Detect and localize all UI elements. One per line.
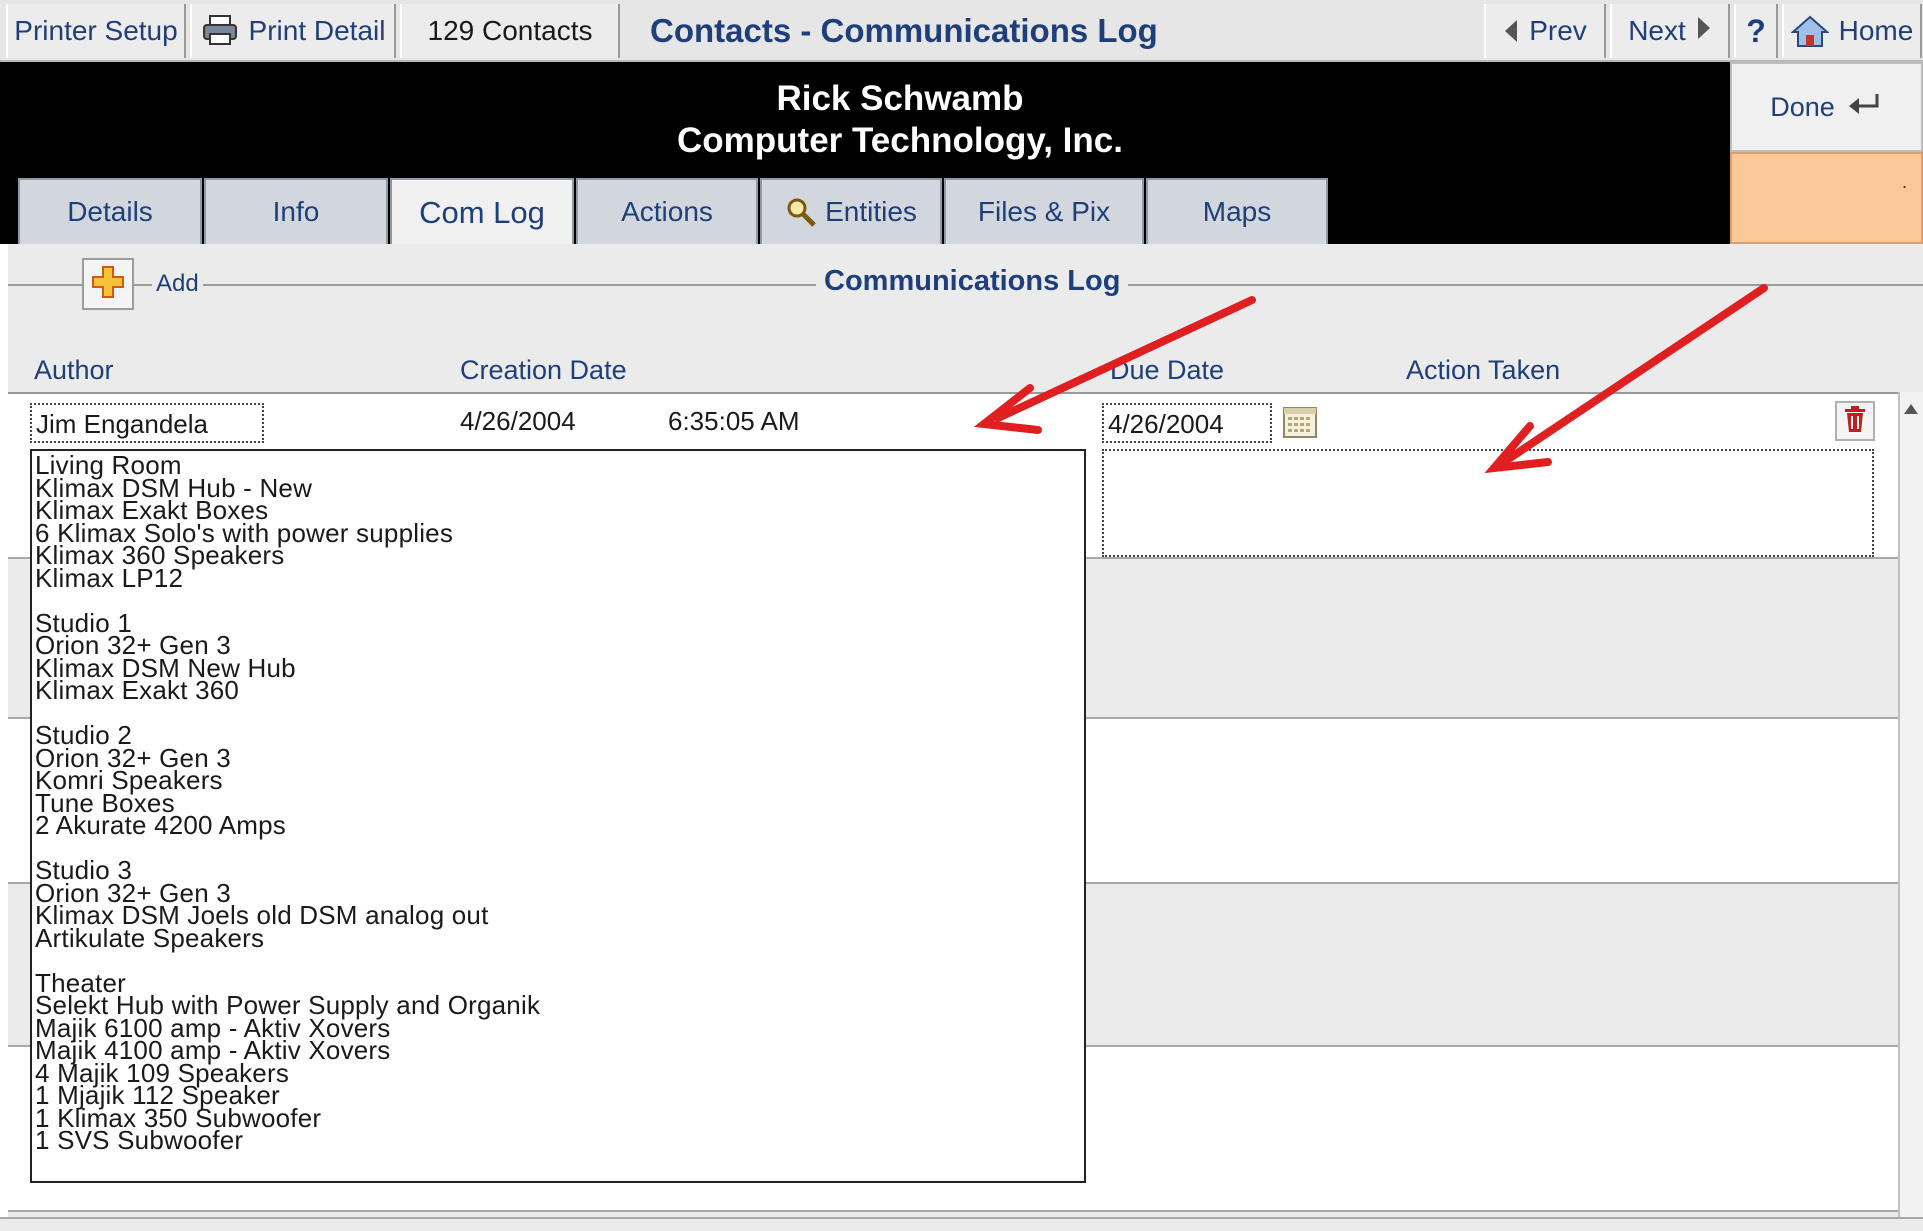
tab-details-label: Details <box>67 196 153 227</box>
author-field[interactable]: Jim Engandela <box>30 403 264 443</box>
calendar-icon[interactable] <box>1282 405 1318 439</box>
printer-setup-button[interactable]: Printer Setup <box>6 4 186 58</box>
home-label: Home <box>1838 15 1914 46</box>
trash-icon <box>1843 405 1867 438</box>
done-button[interactable]: Done <box>1730 62 1923 152</box>
tab-maps-label: Maps <box>1202 196 1272 227</box>
contact-company: Computer Technology, Inc. <box>677 121 1123 160</box>
help-button[interactable]: ? <box>1734 4 1778 58</box>
scroll-up-icon[interactable] <box>1900 396 1922 422</box>
tab-actions-label: Actions <box>621 196 713 227</box>
return-arrow-icon <box>1847 90 1883 125</box>
contact-name: Rick Schwamb <box>776 79 1024 118</box>
next-label: Next <box>1628 15 1686 46</box>
tab-entities[interactable]: Entities <box>760 178 942 244</box>
contacts-count: 129 Contacts <box>400 4 620 58</box>
contacts-count-label: 129 Contacts <box>427 15 593 46</box>
question-icon: ? <box>1746 12 1766 49</box>
due-date-field[interactable]: 4/26/2004 <box>1102 403 1272 443</box>
creation-time: 6:35:05 AM <box>668 406 800 436</box>
tab-com-log-label: Com Log <box>419 195 545 230</box>
prev-button[interactable]: Prev <box>1484 4 1606 58</box>
toolbar: Printer Setup Print Detail 129 Contacts … <box>0 0 1923 62</box>
note-line: 1 SVS Subwoofer <box>35 1125 244 1155</box>
scrollbar[interactable] <box>1898 392 1923 1217</box>
done-label: Done <box>1770 91 1835 122</box>
tab-info-label: Info <box>272 196 320 227</box>
tab-info[interactable]: Info <box>204 178 388 244</box>
note-line: Klimax 360 Speakers <box>35 540 285 570</box>
tab-details[interactable]: Details <box>18 178 202 244</box>
printer-icon <box>201 14 239 48</box>
action-taken-field[interactable] <box>1102 449 1874 557</box>
house-icon <box>1790 14 1829 48</box>
add-button[interactable] <box>82 258 134 310</box>
note-line: Klimax Exakt 360 <box>35 675 240 705</box>
home-button[interactable]: Home <box>1782 4 1922 58</box>
column-author: Author <box>34 355 114 385</box>
printer-setup-label: Printer Setup <box>14 15 178 46</box>
column-due-date: Due Date <box>1110 355 1225 385</box>
note-line: 2 Akurate 4200 Amps <box>35 810 286 840</box>
creation-date: 4/26/2004 <box>460 406 576 436</box>
delete-button[interactable] <box>1835 401 1875 441</box>
section-title: Communications Log <box>816 265 1129 298</box>
next-button[interactable]: Next <box>1610 4 1730 58</box>
note-line: Artikulate Speakers <box>35 922 265 953</box>
note-line <box>35 589 1081 612</box>
print-detail-button[interactable]: Print Detail <box>190 4 396 58</box>
plus-icon <box>91 265 125 304</box>
column-creation-date: Creation Date <box>460 355 627 385</box>
tab-com-log[interactable]: Com Log <box>390 178 574 246</box>
status-panel: . <box>1730 152 1923 244</box>
notes-text-area[interactable]: Living Room Klimax DSM Hub - New Klimax Ex… <box>30 449 1086 1183</box>
print-detail-label: Print Detail <box>248 15 386 46</box>
footer-strip <box>0 1217 1923 1231</box>
divider <box>8 284 82 286</box>
tab-files-pix[interactable]: Files & Pix <box>944 178 1144 244</box>
triangle-left-icon <box>1503 18 1519 44</box>
tab-actions[interactable]: Actions <box>576 178 758 244</box>
magnifier-icon <box>785 196 817 228</box>
tab-entities-label: Entities <box>825 196 917 227</box>
tab-maps[interactable]: Maps <box>1146 178 1328 244</box>
tab-files-pix-label: Files & Pix <box>977 196 1111 227</box>
triangle-right-icon <box>1696 15 1712 48</box>
column-action-taken: Action Taken <box>1406 355 1561 385</box>
window-title: Contacts - Communications Log <box>650 12 1158 49</box>
status-mark: . <box>1901 172 1907 192</box>
add-label: Add <box>152 270 203 298</box>
note-line: Komri Speakers <box>35 765 223 795</box>
prev-label: Prev <box>1529 15 1587 46</box>
